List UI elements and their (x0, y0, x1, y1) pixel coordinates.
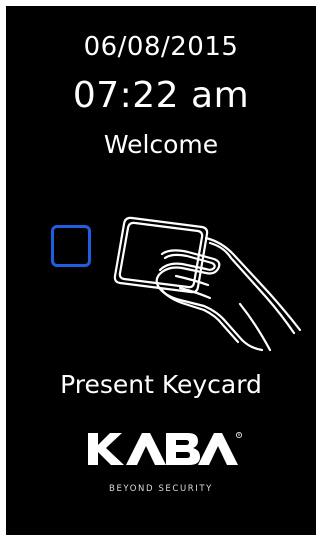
time-display: 07:22 am (72, 75, 250, 116)
kaba-logo: R (88, 432, 242, 465)
brand-tagline: BEYOND SECURITY (109, 484, 213, 494)
hand-holding-card-icon (113, 216, 302, 352)
date-display: 06/08/2015 (83, 32, 239, 62)
present-keycard-prompt: Present Keycard (60, 370, 262, 399)
card-reader-icon (51, 225, 91, 267)
welcome-message: Welcome (103, 130, 219, 159)
keycard-terminal-screen: 06/08/2015 07:22 am Welcome Present Keyc… (6, 6, 316, 535)
svg-text:R: R (238, 433, 241, 437)
